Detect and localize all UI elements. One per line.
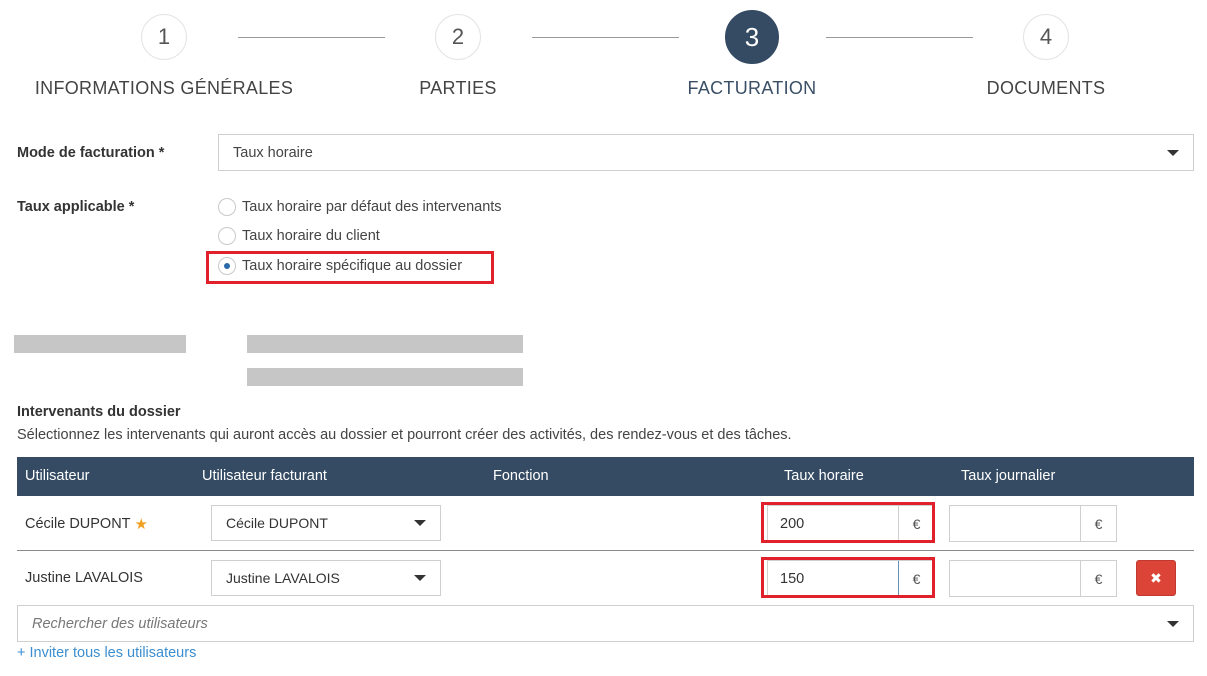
step-number: 4: [1023, 14, 1069, 60]
daily-rate-input[interactable]: [950, 561, 1080, 596]
step-label: FACTURATION: [687, 78, 817, 98]
billing-mode-label: Mode de facturation *: [17, 145, 165, 161]
user-cell: Cécile DUPONT ★: [25, 515, 148, 533]
step-label: PARTIES: [419, 78, 497, 98]
table-row: Justine LAVALOIS Justine LAVALOIS € € ✖: [17, 551, 1194, 606]
chevron-down-icon: [1167, 620, 1179, 627]
currency-unit: €: [1080, 561, 1116, 596]
table-row: Cécile DUPONT ★ Cécile DUPONT € €: [17, 496, 1194, 551]
radio-default-rate[interactable]: Taux horaire par défaut des intervenants: [218, 198, 502, 216]
chevron-down-icon: [414, 575, 426, 581]
daily-rate-field[interactable]: €: [949, 505, 1117, 542]
step-number: 3: [725, 10, 779, 64]
step-billing[interactable]: 3 FACTURATION: [612, 10, 892, 99]
participants-title: Intervenants du dossier: [17, 404, 181, 420]
billing-user-value: Justine LAVALOIS: [226, 570, 340, 586]
column-header: Taux journalier: [961, 468, 1056, 484]
step-parties[interactable]: 2 PARTIES: [318, 14, 598, 99]
step-label: DOCUMENTS: [986, 78, 1106, 98]
step-general-info[interactable]: 1 INFORMATIONS GÉNÉRALES: [24, 14, 304, 99]
billing-mode-select[interactable]: Taux horaire: [218, 134, 1194, 171]
billing-mode-value: Taux horaire: [233, 144, 313, 161]
step-number: 1: [141, 14, 187, 60]
step-documents[interactable]: 4 DOCUMENTS: [906, 14, 1186, 99]
chevron-down-icon: [414, 520, 426, 526]
step-label: INFORMATIONS GÉNÉRALES: [34, 78, 294, 98]
column-header: Utilisateur: [25, 468, 90, 484]
redacted-label: [14, 335, 186, 353]
highlight-box: [206, 251, 494, 284]
radio-label: Taux horaire par défaut des intervenants: [242, 199, 502, 215]
daily-rate-input[interactable]: [950, 506, 1080, 541]
close-icon: ✖: [1150, 569, 1162, 586]
applicable-rate-label: Taux applicable *: [17, 199, 135, 215]
billing-user-value: Cécile DUPONT: [226, 515, 328, 531]
column-header: Fonction: [493, 468, 549, 484]
chevron-down-icon: [1167, 149, 1179, 156]
redacted-field: [247, 335, 523, 353]
user-cell: Justine LAVALOIS: [25, 570, 143, 586]
billing-user-select[interactable]: Justine LAVALOIS: [211, 560, 441, 596]
star-icon: ★: [134, 516, 148, 533]
redacted-field: [247, 368, 523, 386]
column-header: Taux horaire: [784, 468, 864, 484]
radio-button[interactable]: [218, 227, 236, 245]
billing-user-select[interactable]: Cécile DUPONT: [211, 505, 441, 541]
user-name: Cécile DUPONT: [25, 516, 131, 532]
user-search-select[interactable]: Rechercher des utilisateurs: [17, 605, 1194, 642]
participants-description: Sélectionnez les intervenants qui auront…: [17, 427, 792, 443]
step-number: 2: [435, 14, 481, 60]
radio-client-rate[interactable]: Taux horaire du client: [218, 227, 380, 245]
invite-all-users-link[interactable]: + Inviter tous les utilisateurs: [17, 645, 196, 661]
search-placeholder: Rechercher des utilisateurs: [32, 615, 208, 632]
user-name: Justine LAVALOIS: [25, 570, 143, 586]
highlight-box: [761, 502, 935, 543]
currency-unit: €: [1080, 506, 1116, 541]
stepper: 1 INFORMATIONS GÉNÉRALES 2 PARTIES 3 FAC…: [0, 0, 1207, 110]
highlight-box: [761, 557, 935, 598]
delete-row-button[interactable]: ✖: [1136, 560, 1176, 596]
radio-button[interactable]: [218, 198, 236, 216]
radio-label: Taux horaire du client: [242, 228, 380, 244]
participants-table-header: Utilisateur Utilisateur facturant Foncti…: [17, 457, 1194, 496]
column-header: Utilisateur facturant: [202, 468, 327, 484]
daily-rate-field[interactable]: €: [949, 560, 1117, 597]
